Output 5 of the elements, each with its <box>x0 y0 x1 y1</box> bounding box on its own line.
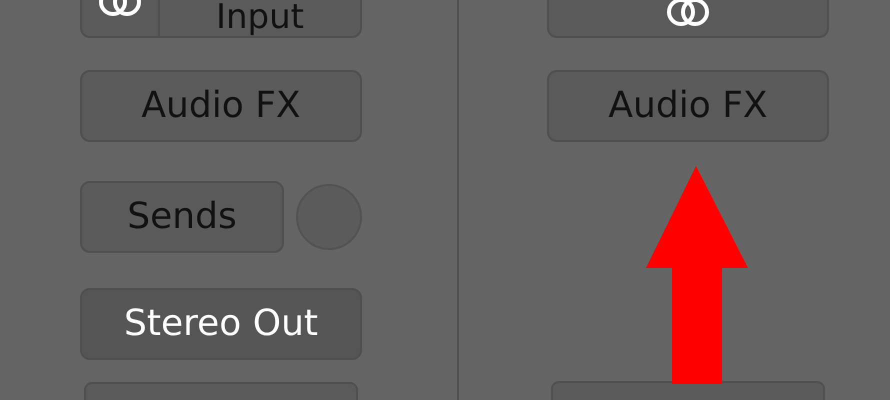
link-icon <box>665 0 711 28</box>
output-button[interactable]: Stereo Out <box>80 288 362 360</box>
sends-button[interactable]: Sends <box>80 181 284 253</box>
audio-fx-button[interactable]: Audio FX <box>80 70 362 142</box>
audio-fx-button[interactable]: Audio FX <box>547 70 829 142</box>
